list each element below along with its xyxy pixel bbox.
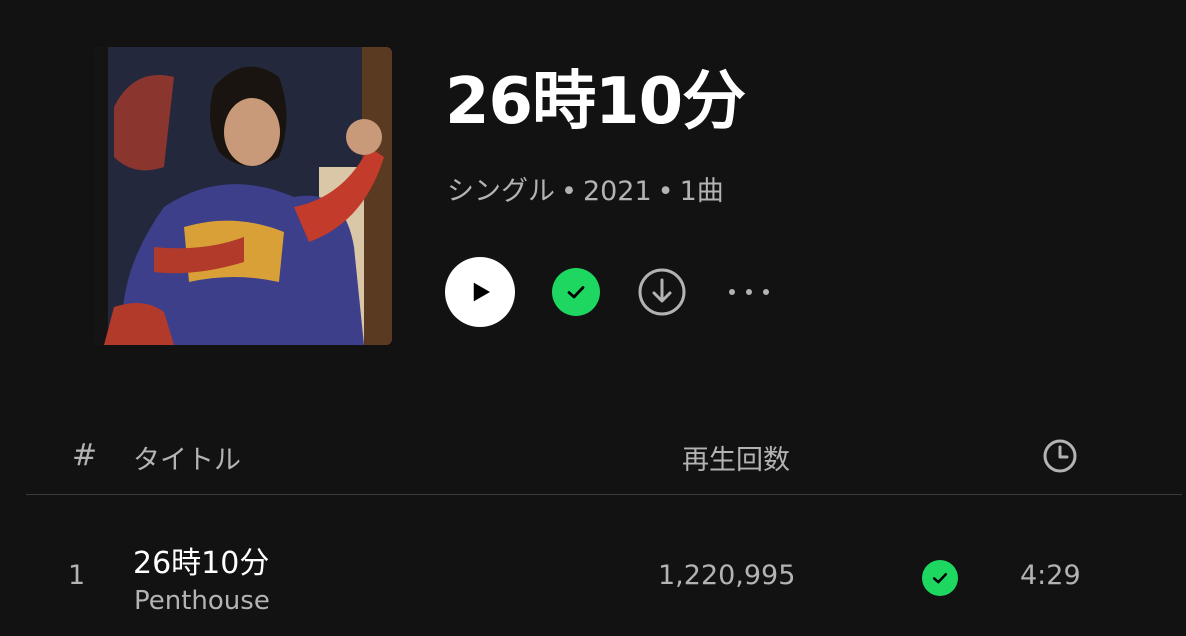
album-meta: シングル • 2021 • 1曲 (447, 174, 724, 210)
clock-icon (1043, 439, 1077, 473)
action-bar (445, 257, 771, 327)
track-play-count: 1,220,995 (658, 560, 796, 591)
download-button[interactable] (637, 267, 687, 317)
track-list-header: # タイトル 再生回数 (26, 430, 1182, 495)
album-type: シングル (447, 176, 555, 207)
download-icon (638, 268, 686, 316)
meta-separator: • (561, 176, 577, 207)
meta-separator: • (657, 176, 674, 207)
column-header-title: タイトル (133, 445, 241, 476)
album-year: 2021 (582, 176, 652, 207)
more-options-button[interactable] (727, 272, 771, 312)
track-index: 1 (68, 560, 86, 591)
play-button[interactable] (445, 257, 515, 327)
album-page: 26時10分 シングル • 2021 • 1曲 # タイトル 再生回数 1 26… (0, 0, 1186, 636)
column-header-index: # (72, 438, 98, 473)
track-title[interactable]: 26時10分 (133, 538, 269, 582)
track-saved-button[interactable] (922, 560, 958, 596)
column-header-plays: 再生回数 (682, 445, 790, 476)
check-icon (567, 286, 585, 299)
track-artist-link[interactable]: Penthouse (134, 586, 270, 616)
saved-to-library-button[interactable] (552, 268, 600, 316)
album-cover-image (94, 47, 392, 345)
more-icon (729, 289, 769, 295)
album-title: 26時10分 (445, 65, 746, 139)
play-icon (473, 282, 490, 302)
check-icon (932, 573, 948, 584)
column-header-duration (1042, 438, 1078, 474)
track-row[interactable]: 1 26時10分 Penthouse 1,220,995 4:29 (26, 520, 1182, 636)
track-duration: 4:29 (1020, 560, 1081, 591)
album-track-count: 1曲 (679, 176, 724, 207)
